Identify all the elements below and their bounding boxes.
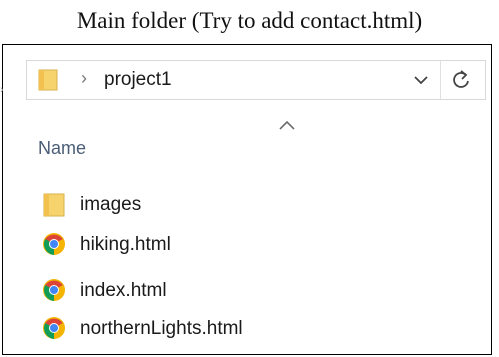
file-row-index[interactable]: index.html	[42, 276, 462, 306]
address-bar[interactable]: › project1	[26, 60, 486, 100]
nav-pane-arrow-icon[interactable]: ›	[0, 84, 4, 96]
file-name: northernLights.html	[80, 318, 243, 339]
file-name: hiking.html	[80, 234, 171, 255]
file-name: images	[80, 194, 142, 215]
divider	[440, 61, 441, 99]
sort-up-icon	[278, 118, 296, 136]
column-header-name[interactable]: Name	[38, 138, 86, 159]
chevron-down-icon[interactable]	[413, 73, 429, 91]
file-row-northernlights[interactable]: northernLights.html	[42, 314, 462, 344]
file-row-hiking[interactable]: hiking.html	[42, 230, 462, 260]
chrome-icon	[42, 278, 66, 302]
file-name: index.html	[80, 280, 167, 301]
folder-icon	[36, 68, 60, 97]
breadcrumb-separator: ›	[81, 68, 87, 88]
folder-icon	[42, 192, 66, 217]
refresh-icon[interactable]	[451, 69, 471, 96]
caption: Main folder (Try to add contact.html)	[76, 8, 423, 33]
chrome-icon	[42, 316, 66, 340]
file-row-images[interactable]: images	[42, 190, 462, 220]
chrome-icon	[42, 232, 66, 256]
breadcrumb-project1[interactable]: project1	[104, 69, 172, 91]
